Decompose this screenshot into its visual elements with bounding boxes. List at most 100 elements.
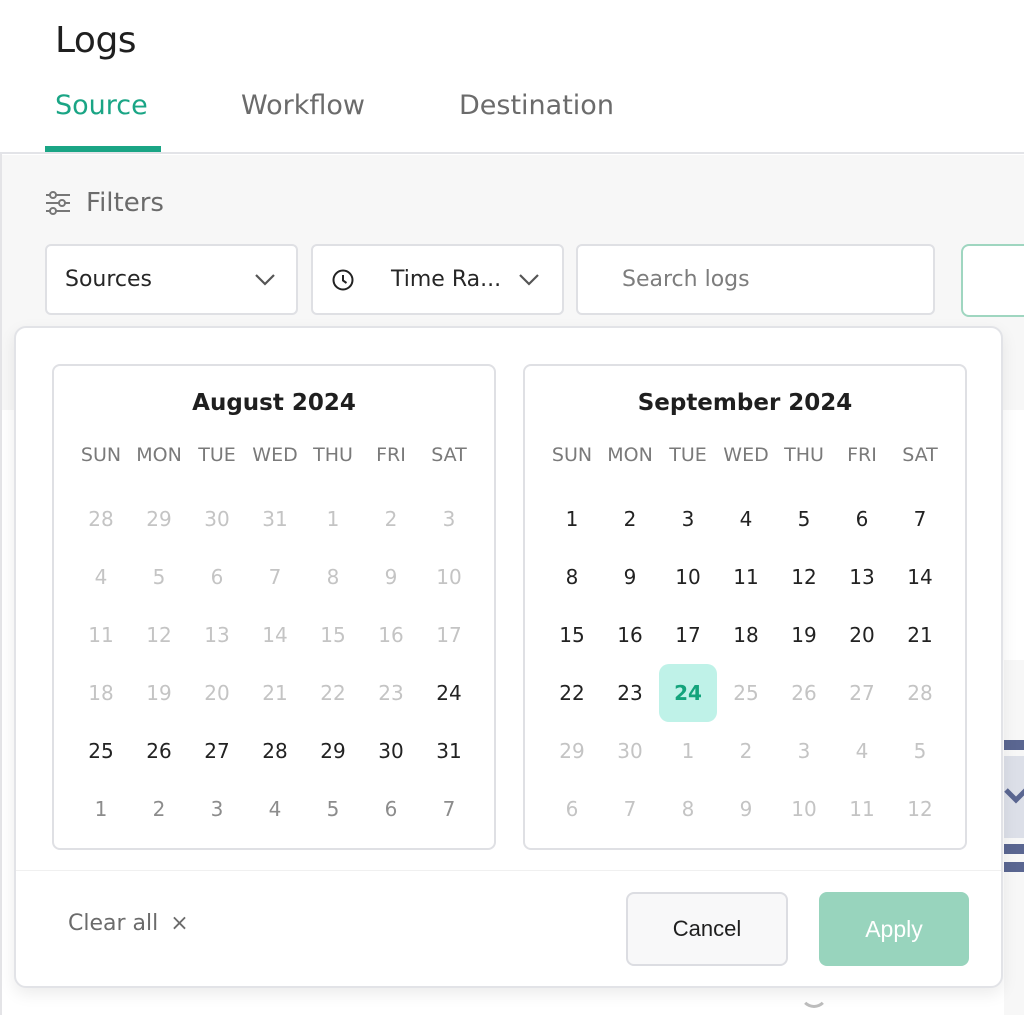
calendar-day: 28 — [72, 490, 130, 548]
calendar-day[interactable]: 4 — [246, 780, 304, 838]
calendar-day-selected[interactable]: 24 — [659, 664, 717, 722]
calendar-day[interactable]: 1 — [72, 780, 130, 838]
weekday-header: SAT — [431, 444, 467, 466]
calendar-day[interactable]: 6 — [362, 780, 420, 838]
calendar-day[interactable]: 26 — [130, 722, 188, 780]
cancel-button[interactable]: Cancel — [626, 892, 788, 966]
calendar-day[interactable]: 29 — [304, 722, 362, 780]
calendar-day[interactable]: 15 — [543, 606, 601, 664]
calendar-day: 3 — [775, 722, 833, 780]
chevron-down-icon — [255, 273, 275, 286]
calendar-day[interactable]: 2 — [601, 490, 659, 548]
calendar-day: 1 — [659, 722, 717, 780]
clear-all-button[interactable]: Clear all × — [68, 911, 189, 936]
weekday-header: FRI — [376, 444, 406, 466]
calendar-day[interactable]: 3 — [188, 780, 246, 838]
calendar-day[interactable]: 28 — [246, 722, 304, 780]
calendar-day[interactable]: 20 — [833, 606, 891, 664]
calendar-day[interactable]: 2 — [130, 780, 188, 838]
calendar-day[interactable]: 14 — [891, 548, 949, 606]
calendar-day[interactable]: 19 — [775, 606, 833, 664]
calendar-day[interactable]: 4 — [717, 490, 775, 548]
apply-button[interactable]: Apply — [819, 892, 969, 966]
weekday-header: FRI — [847, 444, 877, 466]
calendar-day[interactable]: 24 — [420, 664, 478, 722]
sources-dropdown[interactable]: Sources — [45, 244, 298, 315]
calendar-day-number: 4 — [739, 507, 753, 531]
calendar-day[interactable]: 21 — [891, 606, 949, 664]
page-title: Logs — [55, 20, 137, 61]
clock-icon — [332, 269, 354, 290]
calendar-day: 13 — [188, 606, 246, 664]
weekday-header: TUE — [198, 444, 236, 466]
calendar-day[interactable]: 17 — [659, 606, 717, 664]
chevron-down-icon — [1004, 788, 1024, 804]
calendar-day-number: 5 — [797, 507, 811, 531]
calendar-day: 7 — [246, 548, 304, 606]
sliders-icon — [46, 191, 70, 215]
calendar-day-number: 7 — [442, 797, 456, 821]
filter-action-button[interactable] — [961, 244, 1024, 317]
calendar-day-number: 13 — [849, 565, 875, 589]
calendar-day[interactable]: 9 — [601, 548, 659, 606]
calendar-day[interactable]: 12 — [775, 548, 833, 606]
calendar-day[interactable]: 11 — [717, 548, 775, 606]
tab-destination[interactable]: Destination — [459, 90, 614, 121]
calendar-day-number: 3 — [681, 507, 695, 531]
calendar-day-number: 12 — [907, 797, 933, 821]
search-field[interactable] — [576, 244, 935, 315]
calendar-day[interactable]: 8 — [543, 548, 601, 606]
calendar-day[interactable]: 6 — [833, 490, 891, 548]
search-input[interactable] — [622, 267, 889, 292]
calendar-day-number: 6 — [855, 507, 869, 531]
calendar-day-number: 3 — [797, 739, 811, 763]
calendar-day-number: 5 — [913, 739, 927, 763]
time-range-value: Time Ra... — [391, 267, 502, 292]
date-range-popover: August 2024 SUN MON TUE WED THU FRI SAT 28 29 30 3… — [14, 326, 1003, 988]
calendar-day: 18 — [72, 664, 130, 722]
sources-dropdown-value: Sources — [65, 267, 153, 292]
calendar-day[interactable]: 10 — [659, 548, 717, 606]
calendar-day-number: 16 — [378, 623, 404, 647]
calendar-day: 6 — [188, 548, 246, 606]
calendar-day[interactable]: 27 — [188, 722, 246, 780]
calendar-day[interactable]: 31 — [420, 722, 478, 780]
calendar-day[interactable]: 18 — [717, 606, 775, 664]
calendar-day[interactable]: 30 — [362, 722, 420, 780]
date-picker-footer: Clear all × Cancel Apply — [16, 870, 1001, 986]
calendar-day[interactable]: 1 — [543, 490, 601, 548]
calendar-day: 1 — [304, 490, 362, 548]
calendar-day[interactable]: 13 — [833, 548, 891, 606]
calendar-day[interactable]: 3 — [659, 490, 717, 548]
calendar-day-number: 6 — [210, 565, 224, 589]
calendar-day[interactable]: 5 — [775, 490, 833, 548]
calendar-day-number: 23 — [617, 681, 643, 705]
calendar-day[interactable]: 7 — [891, 490, 949, 548]
calendar-day-number: 22 — [320, 681, 346, 705]
calendar-day[interactable]: 23 — [601, 664, 659, 722]
calendar-day-number: 3 — [210, 797, 224, 821]
calendar-day-number: 17 — [436, 623, 462, 647]
calendar-day[interactable]: 7 — [420, 780, 478, 838]
background-bar — [1004, 844, 1024, 854]
tab-source[interactable]: Source — [55, 90, 148, 121]
calendar-day-number: 19 — [791, 623, 817, 647]
calendar-day[interactable]: 22 — [543, 664, 601, 722]
calendar-day-number: 1 — [681, 739, 695, 763]
calendar-day: 2 — [362, 490, 420, 548]
calendar-day-number: 31 — [262, 507, 288, 531]
calendar-day-number: 9 — [739, 797, 753, 821]
time-range-dropdown[interactable]: Time Ra... — [311, 244, 564, 315]
calendar-day-number: 17 — [675, 623, 701, 647]
filters-heading: Filters — [44, 188, 164, 218]
calendar-day: 22 — [304, 664, 362, 722]
calendar-day-number: 2 — [152, 797, 166, 821]
calendar-day[interactable]: 16 — [601, 606, 659, 664]
calendar-day[interactable]: 5 — [304, 780, 362, 838]
tab-workflow[interactable]: Workflow — [241, 90, 365, 121]
calendar-day: 9 — [362, 548, 420, 606]
calendar-grid: SUN MON TUE WED THU FRI SAT 1 2 3 4 5 6 7 8 9 10 11 12 13 14… — [543, 438, 949, 838]
calendar-day-number: 8 — [565, 565, 579, 589]
calendar-day[interactable]: 25 — [72, 722, 130, 780]
